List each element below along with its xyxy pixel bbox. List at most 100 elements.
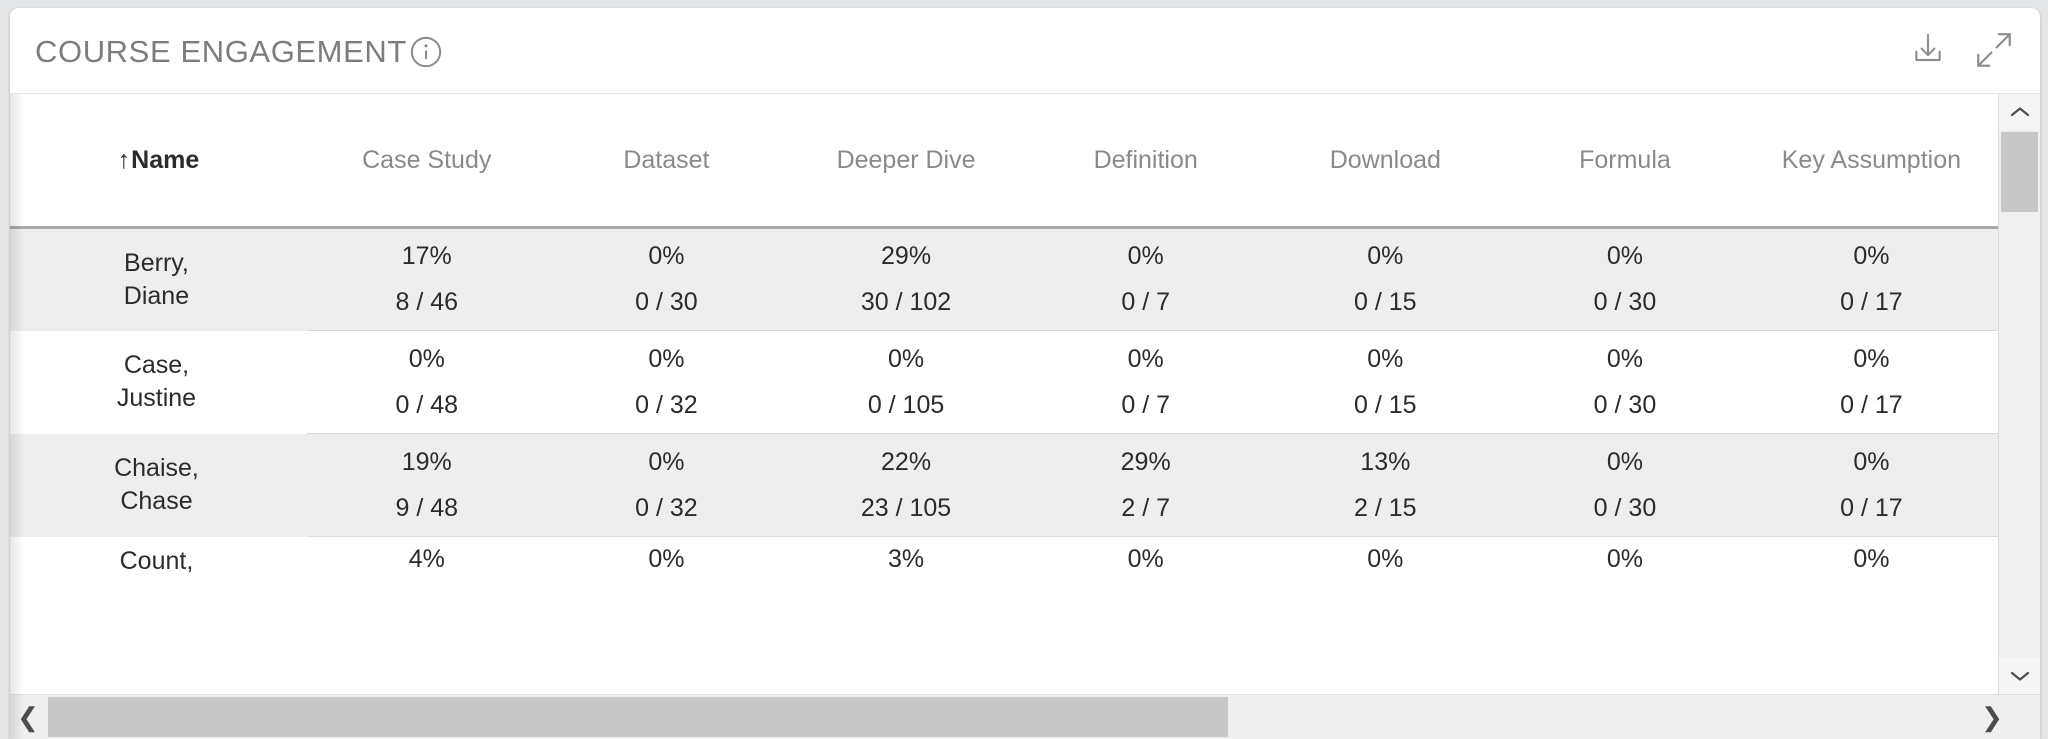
- column-header-download[interactable]: Download: [1265, 94, 1506, 228]
- scroll-left-icon[interactable]: ❮: [10, 695, 46, 739]
- metric-percent: 0%: [1853, 545, 1890, 573]
- metric-cell: 0% 0 / 30: [546, 227, 787, 331]
- column-header-case-study[interactable]: Case Study: [306, 94, 547, 228]
- metric-fraction: 0 / 15: [1354, 390, 1417, 419]
- metric-fraction: 2 / 15: [1354, 493, 1417, 522]
- metric-percent: 4%: [408, 545, 445, 573]
- column-header-definition[interactable]: Definition: [1025, 94, 1266, 228]
- metric-percent: 0%: [1606, 447, 1644, 476]
- metric-cell: 0% 0 / 17: [1744, 330, 1998, 434]
- student-name-cell: Chaise, Chase: [10, 433, 307, 537]
- metric-percent: 0%: [1853, 344, 1890, 373]
- metric-cell: 22% 23 / 105: [786, 433, 1026, 537]
- metric-percent: 0%: [648, 545, 685, 573]
- metric-percent: 0%: [1853, 447, 1890, 476]
- metric-percent: 0%: [1127, 545, 1164, 573]
- horizontal-scroll-thumb[interactable]: [48, 697, 1228, 737]
- column-header-definition-label: Definition: [1093, 145, 1198, 174]
- metric-percent: 13%: [1360, 447, 1411, 476]
- metric-cell: 0%: [1505, 536, 1745, 591]
- metric-cell: 0% 0 / 105: [786, 330, 1026, 434]
- metric-cell: 13% 2 / 15: [1265, 433, 1506, 537]
- metric-fraction: 0 / 32: [635, 390, 698, 419]
- metric-cell: 0% 0 / 30: [1505, 227, 1745, 331]
- metric-percent: 0%: [1606, 242, 1644, 270]
- metric-fraction: 0 / 30: [1593, 390, 1657, 419]
- metric-fraction: 0 / 48: [395, 390, 459, 419]
- metric-percent: 0%: [1606, 545, 1644, 573]
- metric-percent: 3%: [887, 545, 925, 573]
- metric-cell: 0% 0 / 32: [546, 433, 787, 537]
- metric-cell: 0% 0 / 17: [1744, 227, 1998, 331]
- metric-fraction: 0 / 17: [1840, 493, 1903, 522]
- student-name-line: Count,: [119, 546, 194, 575]
- metric-percent: 0%: [648, 447, 685, 476]
- table-header-row: ↑Name Case Study Dataset Deeper Dive Def…: [10, 94, 1998, 228]
- vertical-scrollbar[interactable]: [1998, 94, 2040, 694]
- metric-fraction: 2 / 7: [1121, 493, 1170, 522]
- metric-cell: 17% 8 / 46: [306, 227, 547, 331]
- table-row[interactable]: Berry, Diane 17% 8 / 46 0% 0 / 30 29% 30…: [10, 227, 1998, 331]
- metric-cell: 0% 0 / 48: [306, 330, 547, 434]
- metric-fraction: 9 / 48: [395, 493, 459, 522]
- metric-percent: 0%: [1367, 344, 1404, 373]
- scroll-up-icon[interactable]: [1999, 94, 2040, 130]
- column-header-name[interactable]: ↑Name: [10, 94, 307, 228]
- student-name-cell: Count,: [10, 536, 307, 591]
- metric-fraction: 0 / 30: [1593, 288, 1657, 316]
- metric-fraction: 0 / 7: [1121, 288, 1170, 316]
- student-name-cell: Berry, Diane: [10, 227, 307, 331]
- column-header-deeper-dive[interactable]: Deeper Dive: [786, 94, 1026, 228]
- download-icon[interactable]: [1906, 28, 1950, 72]
- metric-percent: 0%: [408, 344, 445, 373]
- header-actions: [1906, 28, 2016, 72]
- column-header-case-study-label: Case Study: [362, 145, 492, 174]
- metric-cell: 0% 0 / 15: [1265, 330, 1506, 434]
- metric-fraction: 23 / 105: [860, 493, 952, 522]
- metric-cell: 0%: [546, 536, 787, 591]
- column-header-download-label: Download: [1329, 145, 1441, 174]
- metric-percent: 0%: [887, 344, 925, 373]
- column-header-dataset[interactable]: Dataset: [546, 94, 787, 228]
- column-header-key-assumption[interactable]: Key Assumption: [1744, 94, 1998, 228]
- expand-icon[interactable]: [1972, 28, 2016, 72]
- table-row[interactable]: Count, 4% 0% 3% 0% 0% 0% 0%: [10, 536, 1998, 591]
- metric-percent: 17%: [401, 242, 452, 270]
- student-name-line: Chaise,: [114, 454, 199, 482]
- metric-fraction: 0 / 32: [635, 493, 698, 522]
- page-title: COURSE ENGAGEMENT: [35, 34, 407, 69]
- scroll-right-icon[interactable]: ❯: [1974, 695, 2010, 739]
- table-region: ↑Name Case Study Dataset Deeper Dive Def…: [10, 94, 2040, 739]
- info-icon[interactable]: [409, 35, 443, 69]
- metric-cell: 0% 0 / 30: [1505, 433, 1745, 537]
- vertical-scroll-thumb[interactable]: [2001, 132, 2038, 212]
- engagement-table: ↑Name Case Study Dataset Deeper Dive Def…: [10, 94, 1998, 591]
- scroll-down-icon[interactable]: [1999, 658, 2040, 694]
- metric-fraction: 0 / 105: [867, 390, 945, 419]
- metric-fraction: 0 / 30: [1593, 493, 1657, 522]
- metric-fraction: 0 / 17: [1840, 288, 1903, 316]
- column-header-deeper-dive-label: Deeper Dive: [836, 145, 976, 174]
- metric-percent: 0%: [1127, 344, 1164, 373]
- student-name-cell: Case, Justine: [10, 330, 307, 434]
- metric-percent: 0%: [648, 242, 685, 270]
- metric-cell: 0% 0 / 32: [546, 330, 787, 434]
- metric-percent: 0%: [648, 344, 685, 373]
- metric-percent: 0%: [1367, 545, 1404, 573]
- sort-ascending-icon: ↑: [117, 145, 131, 174]
- column-header-key-assumption-label: Key Assumption: [1781, 145, 1962, 174]
- metric-cell: 29% 30 / 102: [786, 227, 1026, 331]
- table-row[interactable]: Chaise, Chase 19% 9 / 48 0% 0 / 32 22% 2…: [10, 433, 1998, 537]
- metric-percent: 0%: [1853, 242, 1890, 270]
- horizontal-scrollbar[interactable]: ❮ ❯: [10, 694, 2040, 739]
- metric-cell: 0% 0 / 7: [1025, 227, 1266, 331]
- metric-percent: 22%: [881, 447, 932, 476]
- course-engagement-card: COURSE ENGAGEMENT ↑Name Case Study Datas…: [10, 8, 2040, 739]
- column-header-formula[interactable]: Formula: [1505, 94, 1745, 228]
- metric-fraction: 0 / 30: [635, 288, 698, 316]
- column-header-dataset-label: Dataset: [623, 145, 710, 174]
- table-row[interactable]: Case, Justine 0% 0 / 48 0% 0 / 32 0% 0 /…: [10, 330, 1998, 434]
- table-body: Berry, Diane 17% 8 / 46 0% 0 / 30 29% 30…: [10, 227, 1998, 591]
- metric-cell: 0%: [1265, 536, 1506, 591]
- column-header-formula-label: Formula: [1579, 145, 1671, 174]
